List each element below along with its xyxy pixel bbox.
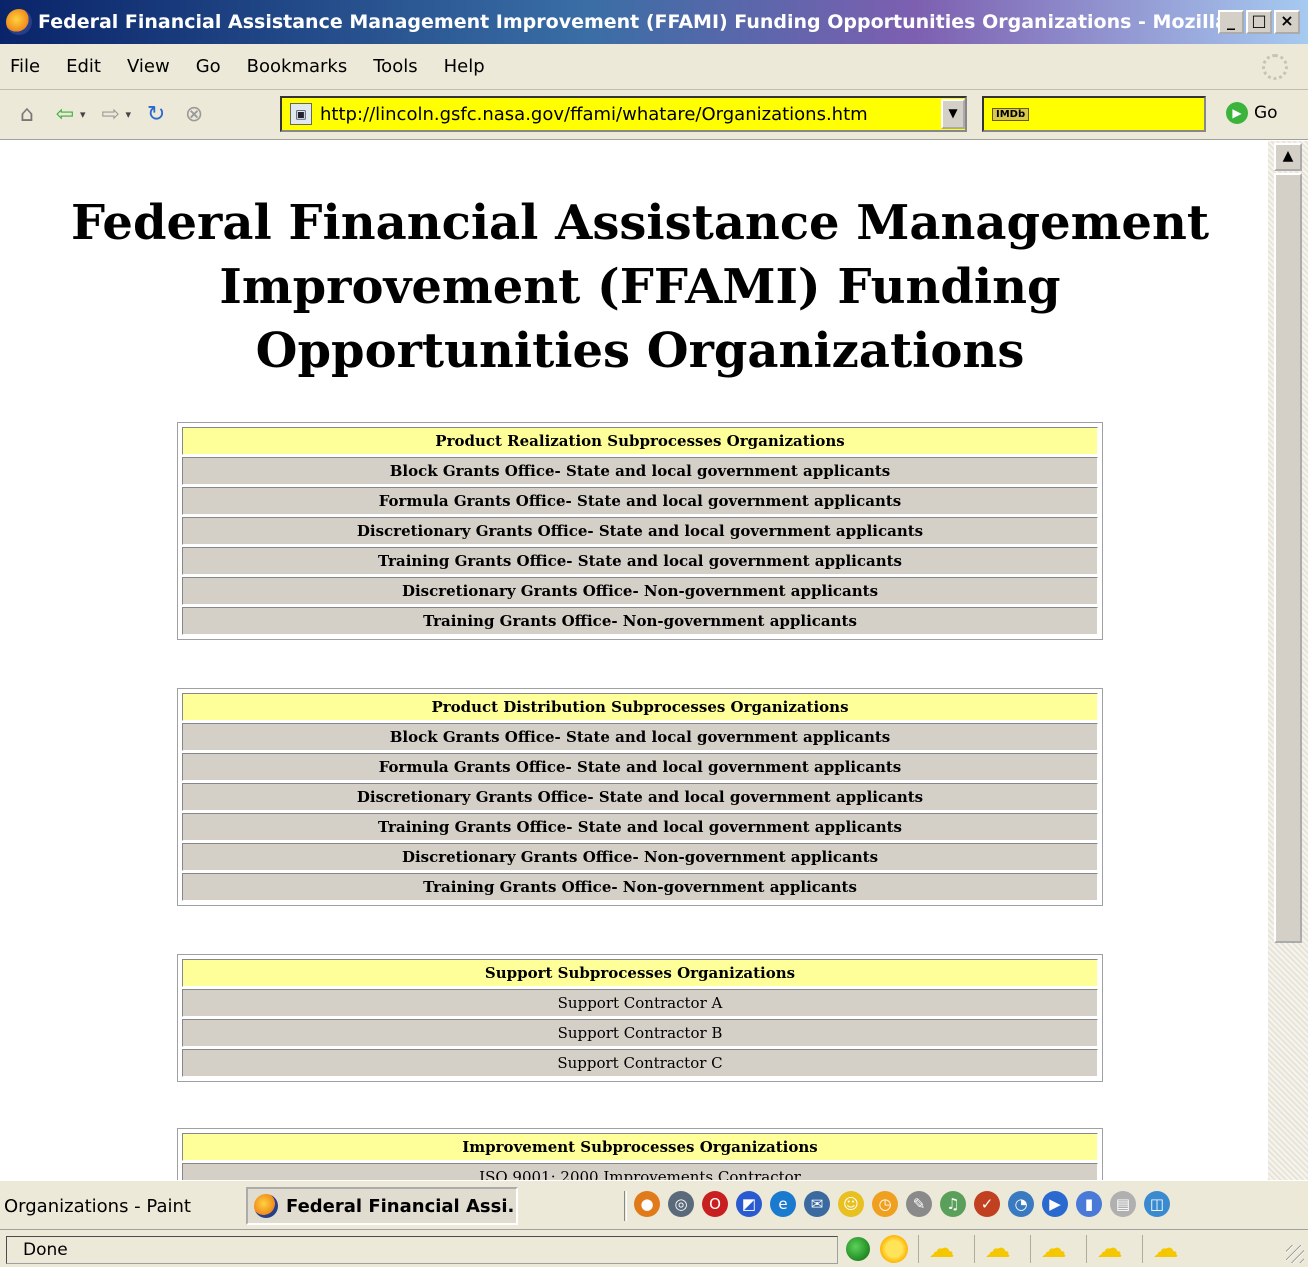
status-icons: ☁ ☁ ☁ ☁ ☁ [846,1235,1188,1263]
chat-icon[interactable]: ◔ [1008,1191,1034,1217]
table-row: Training Grants Office- Non-government a… [182,873,1098,901]
section-improvement: Improvement Subprocesses Organizations I… [177,1128,1103,1180]
back-dropdown-icon[interactable]: ▾ [80,108,86,121]
firefox-icon [254,1194,278,1218]
home-icon[interactable]: ⌂ [14,102,40,127]
menu-bar: File Edit View Go Bookmarks Tools Help [0,44,1308,90]
mail-icon[interactable]: ✉ [804,1191,830,1217]
stop-icon[interactable]: ⊗ [181,102,207,127]
window-icon[interactable]: ◫ [1144,1191,1170,1217]
reload-icon[interactable]: ↻ [143,102,169,127]
section-product-distribution: Product Distribution Subprocesses Organi… [177,688,1103,906]
go-button[interactable]: ▶ Go [1226,102,1278,124]
menu-edit[interactable]: Edit [66,56,101,77]
table-row: Training Grants Office- State and local … [182,547,1098,575]
quicklaunch-icons: ● ◎ O ◩ e ✉ ☺ ◷ ✎ ♫ ✓ ◔ ▶ ▮ ▤ ◫ [634,1191,1170,1217]
table-row: Block Grants Office- State and local gov… [182,457,1098,485]
menu-file[interactable]: File [10,56,40,77]
throbber-icon [1262,54,1288,80]
table-row: Block Grants Office- State and local gov… [182,723,1098,751]
section-header: Product Realization Subprocesses Organiz… [182,427,1098,455]
table-row: Discretionary Grants Office- Non-governm… [182,577,1098,605]
url-text[interactable]: http://lincoln.gsfc.nasa.gov/ffami/whata… [320,104,941,125]
url-bar[interactable]: ▣ http://lincoln.gsfc.nasa.gov/ffami/wha… [280,96,967,132]
scrollbar-thumb[interactable] [1274,173,1302,943]
quicklaunch-separator [624,1191,627,1221]
weather-partly-cloudy-icon[interactable]: ☁ [1086,1235,1132,1263]
resize-grip-icon[interactable] [1286,1245,1304,1263]
notepad-icon[interactable]: ▤ [1110,1191,1136,1217]
table-row: Training Grants Office- State and local … [182,813,1098,841]
minimize-button[interactable]: _ [1218,10,1244,34]
table-row: Discretionary Grants Office- Non-governm… [182,843,1098,871]
page-heading: Federal Financial Assistance Management … [70,195,1210,379]
device-icon[interactable]: ▮ [1076,1191,1102,1217]
url-dropdown-button[interactable]: ▼ [941,99,965,129]
menu-go[interactable]: Go [196,56,221,77]
status-indicator-icon[interactable] [846,1237,870,1261]
table-row: Support Contractor C [182,1049,1098,1077]
window-title: Federal Financial Assistance Management … [38,11,1218,33]
close-button[interactable]: × [1274,10,1300,34]
status-bar: Done ☁ ☁ ☁ ☁ ☁ [0,1229,1308,1267]
go-arrow-icon: ▶ [1226,102,1248,124]
menu-help[interactable]: Help [444,56,485,77]
window-titlebar[interactable]: Federal Financial Assistance Management … [0,0,1308,44]
table-row: Support Contractor A [182,989,1098,1017]
menu-bookmarks[interactable]: Bookmarks [247,56,348,77]
table-row: Discretionary Grants Office- State and l… [182,783,1098,811]
back-arrow-icon[interactable]: ⇦ [52,102,78,127]
maximize-button[interactable]: □ [1246,10,1272,34]
tools-icon[interactable]: ✎ [906,1191,932,1217]
weather-wind-icon[interactable]: ☁ [974,1235,1020,1263]
navigation-toolbar: ⌂ ⇦ ▾ ⇨ ▾ ↻ ⊗ ▣ http://lincoln.gsfc.nasa… [0,90,1308,140]
search-engine-icon[interactable]: IMDb [992,107,1030,121]
table-row: Discretionary Grants Office- State and l… [182,517,1098,545]
window-controls: _ □ × [1218,10,1300,34]
table-row: Formula Grants Office- State and local g… [182,753,1098,781]
internet-explorer-icon[interactable]: e [770,1191,796,1217]
section-support: Support Subprocesses Organizations Suppo… [177,954,1103,1082]
table-row: Formula Grants Office- State and local g… [182,487,1098,515]
section-header: Product Distribution Subprocesses Organi… [182,693,1098,721]
taskbar: Organizations - Paint Federal Financial … [0,1180,1308,1229]
messenger-icon[interactable]: ☺ [838,1191,864,1217]
clock-icon[interactable]: ◷ [872,1191,898,1217]
menu-tools[interactable]: Tools [373,56,417,77]
weather-partly-cloudy-icon[interactable]: ☁ [1142,1235,1188,1263]
section-header: Improvement Subprocesses Organizations [182,1133,1098,1161]
taskbar-button-label: Federal Financial Assi... [286,1195,518,1217]
page-favicon-icon: ▣ [290,103,312,125]
taskbar-button-firefox[interactable]: Federal Financial Assi... [246,1187,518,1225]
globe-icon[interactable]: ◎ [668,1191,694,1217]
sun-icon[interactable] [880,1235,908,1263]
table-row: Support Contractor B [182,1019,1098,1047]
firefox-icon[interactable] [6,9,32,35]
scroll-up-arrow-icon[interactable]: ▲ [1274,143,1302,171]
table-row: ISO 9001: 2000 Improvements Contractor [182,1163,1098,1180]
vertical-scrollbar[interactable]: ▲ [1268,141,1308,1180]
menu-view[interactable]: View [127,56,170,77]
firefox-icon[interactable]: ● [634,1191,660,1217]
forward-dropdown-icon[interactable]: ▾ [126,108,132,121]
weather-cloud-icon[interactable]: ☁ [918,1235,964,1263]
table-row: Training Grants Office- Non-government a… [182,607,1098,635]
go-label: Go [1254,103,1278,123]
forward-arrow-icon[interactable]: ⇨ [98,102,124,127]
page-viewport[interactable]: Federal Financial Assistance Management … [0,141,1268,1180]
search-bar[interactable]: IMDb [982,96,1206,132]
taskbar-button-paint[interactable]: Organizations - Paint [4,1187,234,1225]
acrobat-icon[interactable]: ✓ [974,1191,1000,1217]
section-header: Support Subprocesses Organizations [182,959,1098,987]
status-text: Done [6,1236,838,1264]
app-icon[interactable]: ◩ [736,1191,762,1217]
section-product-realization: Product Realization Subprocesses Organiz… [177,422,1103,640]
media-player-icon[interactable]: ▶ [1042,1191,1068,1217]
opera-icon[interactable]: O [702,1191,728,1217]
music-icon[interactable]: ♫ [940,1191,966,1217]
weather-partly-cloudy-icon[interactable]: ☁ [1030,1235,1076,1263]
